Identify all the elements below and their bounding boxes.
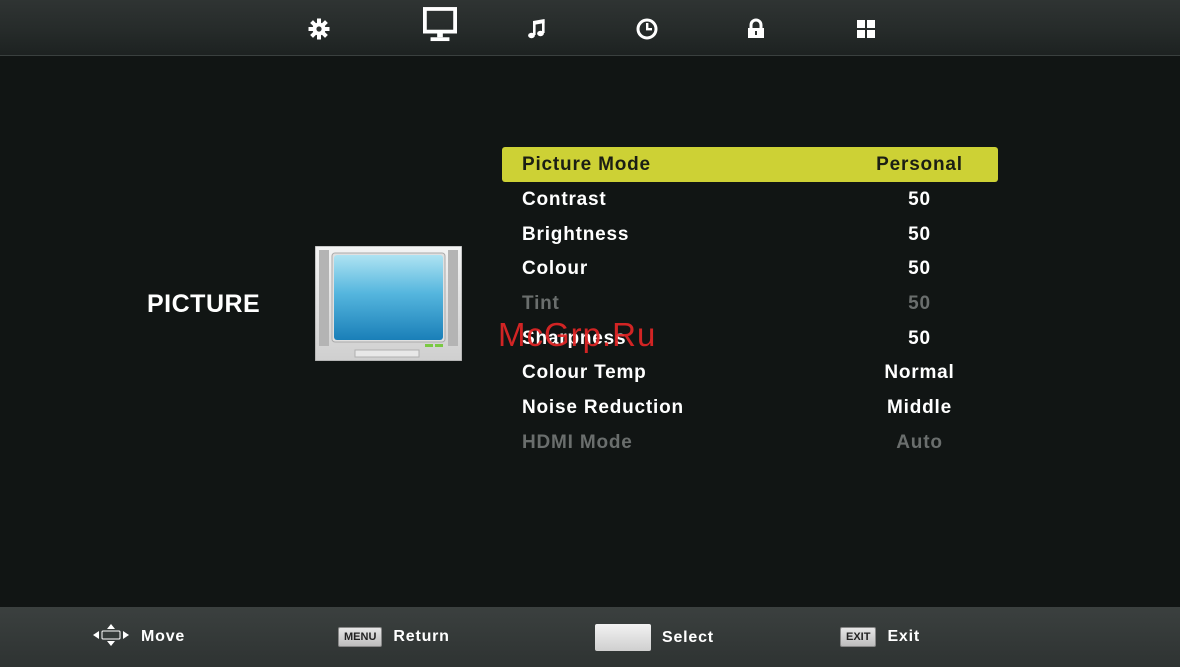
menu-item-value: Personal <box>876 154 963 175</box>
bottom-hint-bar: Move MENU Return Select EXIT Exit <box>0 607 1180 667</box>
menu-item-label: Tint <box>522 293 560 315</box>
tab-setup[interactable] <box>302 12 336 46</box>
clock-icon <box>636 18 658 40</box>
lock-icon <box>748 18 764 38</box>
hint-select: Select <box>595 624 714 651</box>
picture-settings-menu: Picture Mode Personal Contrast 50 Bright… <box>502 147 998 460</box>
menu-item-value: Middle <box>887 397 952 419</box>
music-note-icon <box>528 19 545 39</box>
menu-item-value: 50 <box>908 293 931 315</box>
menu-item-value: 50 <box>908 327 931 349</box>
grid-icon <box>857 20 875 38</box>
menu-item-label: Contrast <box>522 189 607 210</box>
menu-item-colour[interactable]: Colour 50 <box>502 251 998 286</box>
menu-item-colour-temp[interactable]: Colour Temp Normal <box>502 355 998 390</box>
monitor-icon <box>423 7 457 42</box>
menu-item-label: Picture Mode <box>522 154 651 175</box>
menu-item-value: Auto <box>896 431 943 453</box>
move-label: Move <box>141 628 186 645</box>
menu-item-label: Noise Reduction <box>522 397 684 419</box>
tab-channel[interactable] <box>849 12 883 46</box>
gear-icon <box>308 18 330 40</box>
menu-item-value: 50 <box>908 223 931 245</box>
menu-item-label: Colour <box>522 258 589 280</box>
menu-item-label: HDMI Mode <box>522 431 633 453</box>
menu-item-value: 50 <box>908 189 931 210</box>
menu-item-noise-reduction[interactable]: Noise Reduction Middle <box>502 390 998 425</box>
hint-exit: EXIT Exit <box>840 627 920 647</box>
menu-item-label: Colour Temp <box>522 362 647 384</box>
tab-lock[interactable] <box>739 12 773 46</box>
tab-sound[interactable] <box>520 12 554 46</box>
menu-item-value: Normal <box>884 362 955 384</box>
menu-item-label: Brightness <box>522 223 630 245</box>
menu-item-hdmi-mode: HDMI Mode Auto <box>502 425 998 460</box>
section-title: PICTURE <box>147 290 261 318</box>
top-menu-bar <box>0 0 1180 56</box>
watermark: McGrp.Ru <box>498 316 657 353</box>
ok-key <box>595 624 651 651</box>
tv-icon <box>315 246 462 361</box>
exit-label: Exit <box>887 628 920 645</box>
menu-key: MENU <box>338 627 383 647</box>
direction-arrows-icon <box>93 624 129 646</box>
hint-move: Move <box>92 624 186 647</box>
menu-item-picture-mode[interactable]: Picture Mode Personal <box>502 147 998 182</box>
select-label: Select <box>662 628 714 646</box>
exit-key: EXIT <box>840 627 877 647</box>
tab-picture[interactable] <box>423 7 457 42</box>
hint-return: MENU Return <box>338 627 450 647</box>
menu-item-brightness[interactable]: Brightness 50 <box>502 217 998 252</box>
tab-time[interactable] <box>630 12 664 46</box>
menu-item-value: 50 <box>908 258 931 280</box>
return-label: Return <box>393 628 450 645</box>
menu-item-contrast[interactable]: Contrast 50 <box>502 182 998 217</box>
